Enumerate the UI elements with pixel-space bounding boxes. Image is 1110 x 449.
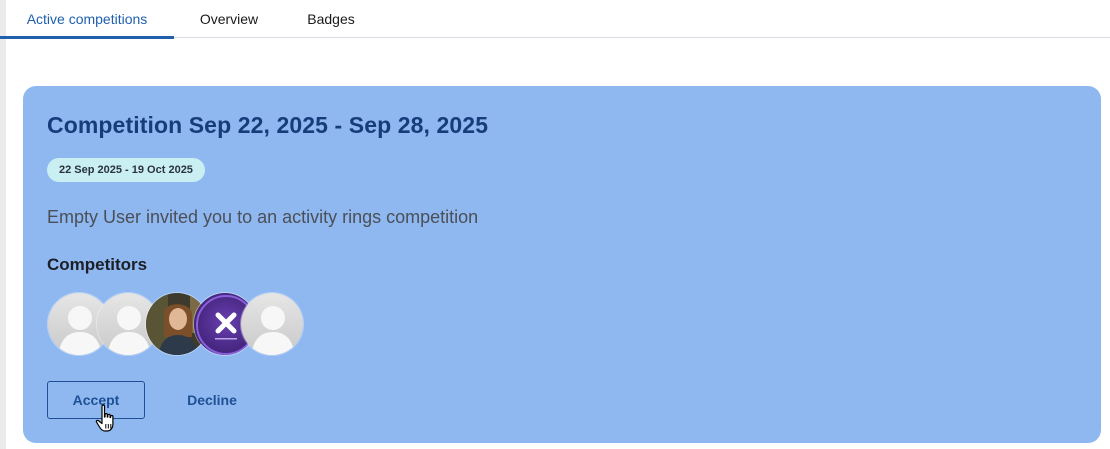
- accept-button[interactable]: Accept: [47, 381, 145, 419]
- app: Active competitions Overview Badges Comp…: [0, 0, 1110, 449]
- competition-card: Competition Sep 22, 2025 - Sep 28, 2025 …: [23, 86, 1101, 443]
- competition-title: Competition Sep 22, 2025 - Sep 28, 2025: [47, 112, 489, 138]
- left-gutter: [0, 0, 6, 449]
- tab-bar: Active competitions Overview Badges: [0, 0, 1110, 39]
- tab-active-competitions[interactable]: Active competitions: [0, 0, 174, 39]
- tab-badges[interactable]: Badges: [290, 0, 372, 38]
- decline-button[interactable]: Decline: [173, 381, 251, 419]
- default-user-avatar: [240, 292, 304, 356]
- competitor-avatars: [47, 292, 307, 356]
- tab-overview[interactable]: Overview: [178, 0, 280, 38]
- invite-text: Empty User invited you to an activity ri…: [47, 207, 479, 227]
- competitors-label: Competitors: [47, 255, 148, 274]
- date-range-badge: 22 Sep 2025 - 19 Oct 2025: [47, 158, 205, 182]
